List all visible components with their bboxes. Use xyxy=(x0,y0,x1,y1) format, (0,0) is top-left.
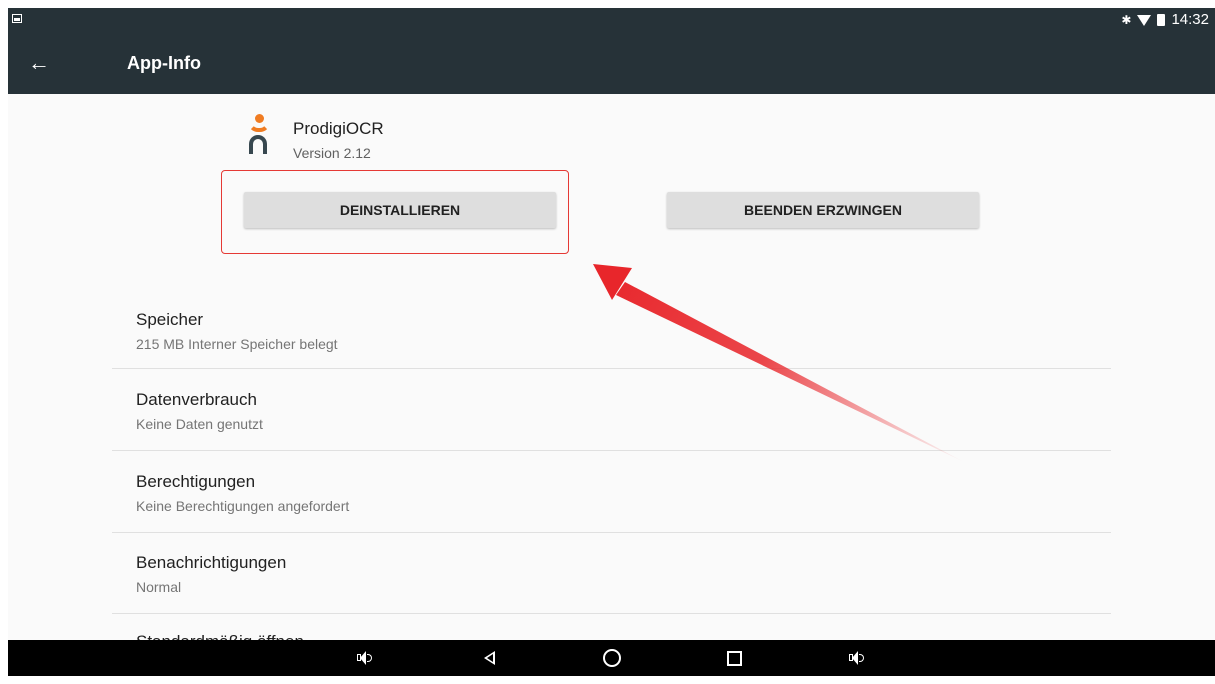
list-item-title: Berechtigungen xyxy=(136,472,256,491)
bluetooth-icon: ✱ xyxy=(1121,12,1132,27)
list-item-subtitle: Normal xyxy=(136,579,182,595)
divider xyxy=(112,368,1111,369)
divider xyxy=(112,450,1111,451)
list-item-permissions[interactable]: Berechtigungen Keine Berechtigungen ange… xyxy=(112,472,1111,552)
divider xyxy=(112,532,1111,533)
navigation-bar xyxy=(8,640,1215,676)
status-time: 14:32 xyxy=(1171,11,1209,28)
volume-up-icon[interactable] xyxy=(837,640,877,676)
list-item-subtitle: 215 MB Interner Speicher belegt xyxy=(136,336,338,352)
status-icons: ✱ 14:32 xyxy=(1121,11,1209,28)
screenshot-notification-icon xyxy=(12,14,22,23)
uninstall-button[interactable]: DEINSTALLIEREN xyxy=(244,192,556,228)
list-item-storage[interactable]: Speicher 215 MB Interner Speicher belegt xyxy=(112,310,1111,390)
app-info-screen: ✱ 14:32 ← App-Info ProdigiOCR Version 2.… xyxy=(8,8,1215,676)
divider xyxy=(112,613,1111,614)
force-stop-button[interactable]: BEENDEN ERZWINGEN xyxy=(667,192,979,228)
app-version: Version 2.12 xyxy=(293,145,371,161)
wifi-icon xyxy=(1137,15,1152,26)
app-bar: ← App-Info xyxy=(8,32,1215,94)
battery-icon xyxy=(1157,13,1166,26)
list-item-subtitle: Keine Daten genutzt xyxy=(136,416,263,432)
back-icon[interactable] xyxy=(469,640,509,676)
list-item-notifications[interactable]: Benachrichtigungen Normal xyxy=(112,553,1111,633)
page-title: App-Info xyxy=(127,53,201,73)
prodigiocr-logo-icon xyxy=(248,114,274,156)
list-item-title: Datenverbrauch xyxy=(136,390,257,409)
list-item-subtitle: Keine Berechtigungen angefordert xyxy=(136,498,350,514)
volume-down-icon[interactable] xyxy=(345,640,385,676)
arrow-back-icon[interactable]: ← xyxy=(24,48,54,78)
list-item-title: Speicher xyxy=(136,310,204,329)
home-icon[interactable] xyxy=(592,640,632,676)
recents-icon[interactable] xyxy=(714,640,754,676)
list-item-data-usage[interactable]: Datenverbrauch Keine Daten genutzt xyxy=(112,390,1111,470)
list-item-title: Benachrichtigungen xyxy=(136,553,287,572)
status-bar: ✱ 14:32 xyxy=(8,8,1215,32)
app-name: ProdigiOCR xyxy=(293,119,384,138)
